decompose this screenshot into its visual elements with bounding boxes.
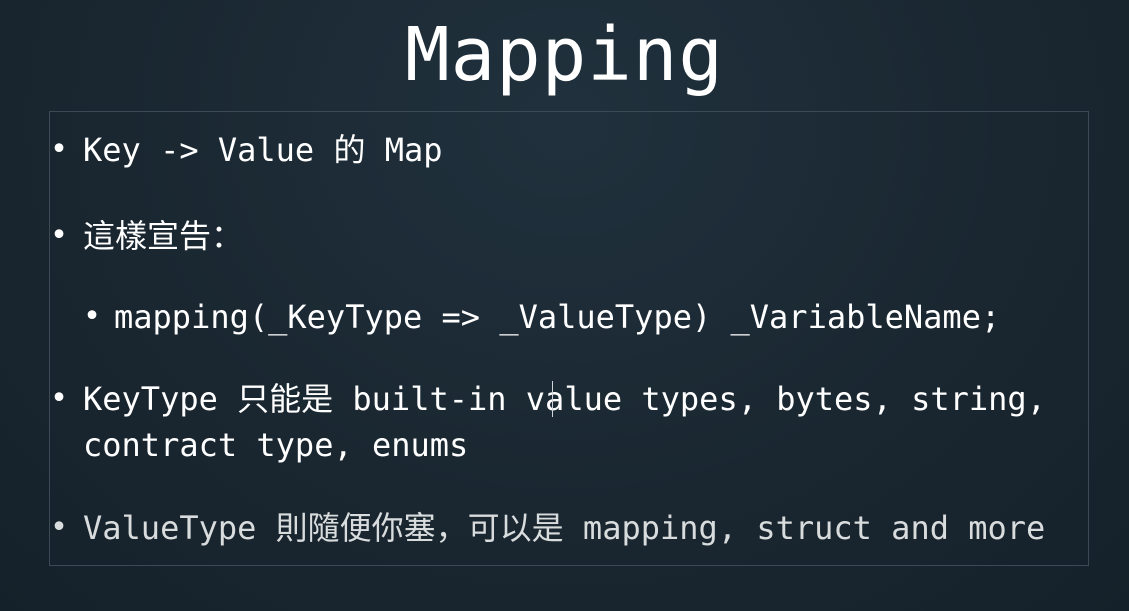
bullet-dot-5: •: [50, 510, 69, 545]
sub-bullet-mapping-syntax: mapping(_KeyType => _ValueType) _Variabl…: [114, 298, 1001, 336]
slide-title: Mapping: [405, 12, 724, 98]
bullet-valuetype: ValueType 則隨便你塞，可以是 mapping, struct and …: [83, 509, 1046, 547]
bullet-declare: 這樣宣告：: [83, 217, 244, 255]
text-cursor: [552, 381, 553, 417]
bullet-dot-2: •: [50, 218, 69, 253]
bullet-dot-4: •: [50, 381, 69, 416]
bullet-dot-1: •: [50, 132, 69, 167]
sub-bullet-dot: •: [83, 299, 102, 334]
bullet-keytype-continued: contract type, enums: [83, 426, 469, 464]
bullet-key-value: Key -> Value 的 Map: [83, 131, 443, 169]
bullet-keytype: KeyType 只能是 built-in value types, bytes,…: [83, 380, 1046, 418]
